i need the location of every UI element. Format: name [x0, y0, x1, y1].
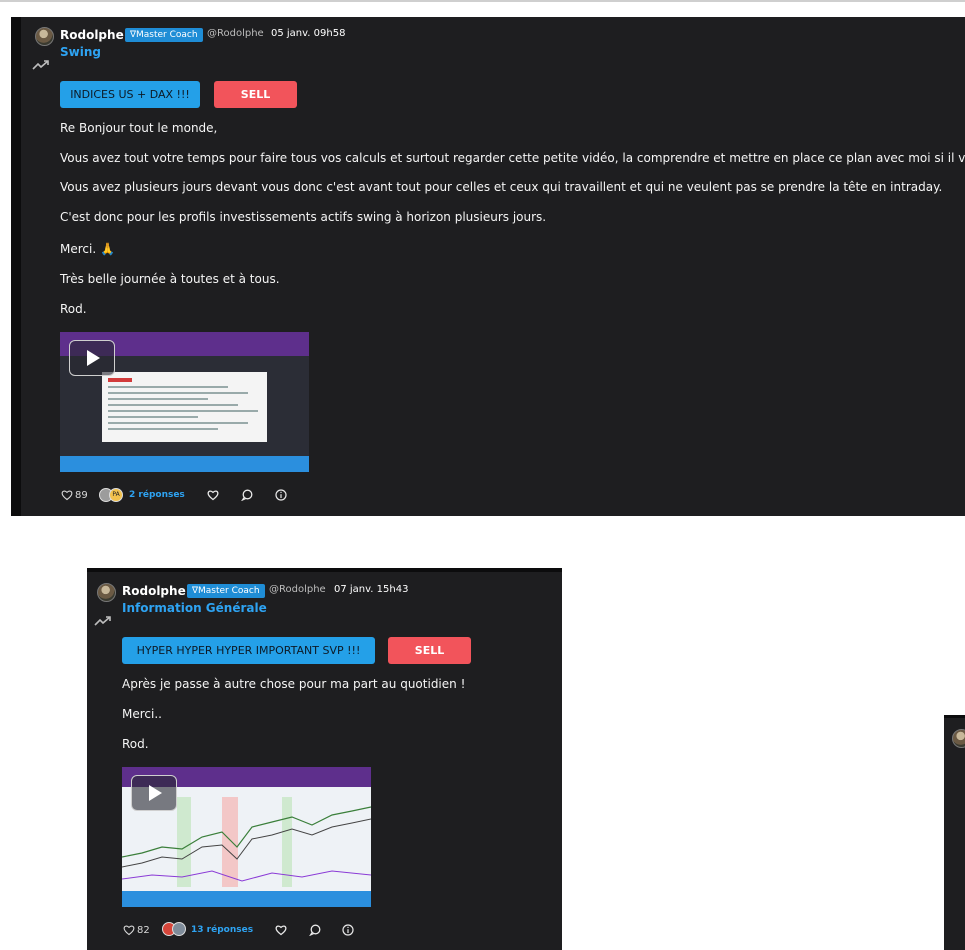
avatar[interactable] [952, 729, 965, 748]
heart-icon[interactable] [123, 924, 135, 936]
reply-avatar [172, 922, 186, 936]
instrument-tag[interactable]: HYPER HYPER HYPER IMPORTANT SVP !!! [122, 637, 375, 664]
trending-up-icon [94, 616, 111, 626]
video-footer-bar [60, 456, 309, 472]
role-badge: ∇Master Coach [125, 28, 203, 42]
video-footer-bar [122, 891, 371, 907]
author-name[interactable]: Rodolphe [60, 28, 124, 42]
role-badge: ∇Master Coach [187, 584, 265, 598]
page-divider [0, 0, 965, 2]
reply-avatar-initials: PA [112, 491, 120, 498]
post-card-partial [944, 715, 965, 950]
post-date: 05 janv. 09h58 [271, 28, 346, 39]
comment-icon[interactable] [309, 924, 321, 936]
play-icon[interactable] [69, 340, 115, 376]
post-date: 07 janv. 15h43 [334, 584, 409, 595]
post-topbar [87, 568, 562, 572]
post-rail [11, 17, 21, 516]
sell-badge[interactable]: SELL [214, 81, 297, 108]
post-paragraph: Vous avez plusieurs jours devant vous do… [60, 180, 943, 194]
avatar[interactable] [97, 583, 116, 602]
sell-badge[interactable]: SELL [388, 637, 471, 664]
info-icon[interactable] [275, 489, 287, 501]
video-thumbnail[interactable] [122, 767, 371, 907]
instrument-tag[interactable]: INDICES US + DAX !!! [60, 81, 200, 108]
heart-icon[interactable] [61, 489, 73, 501]
post-card: Rodolphe ∇Master Coach @Rodolphe 07 janv… [87, 568, 562, 950]
post-paragraph: Rod. [60, 302, 87, 316]
heart-icon[interactable] [207, 489, 219, 501]
author-name[interactable]: Rodolphe [122, 584, 186, 598]
post-card: Rodolphe ∇Master Coach @Rodolphe 05 janv… [11, 17, 965, 516]
info-icon[interactable] [342, 924, 354, 936]
post-topbar [944, 715, 965, 718]
post-paragraph: Merci.. [122, 707, 162, 721]
post-paragraph: Très belle journée à toutes et à tous. [60, 272, 280, 286]
video-thumbnail[interactable] [60, 332, 309, 472]
heart-icon[interactable] [275, 924, 287, 936]
video-document [102, 372, 267, 442]
trending-up-icon [32, 60, 49, 70]
post-paragraph: Rod. [122, 737, 149, 751]
like-count: 82 [137, 925, 150, 936]
replies-link[interactable]: 2 réponses [129, 490, 185, 500]
post-paragraph: Vous avez tout votre temps pour faire to… [60, 151, 965, 165]
post-paragraph: Merci. 🙏 [60, 242, 115, 256]
author-handle[interactable]: @Rodolphe [269, 584, 326, 595]
post-paragraph: C'est donc pour les profils investisseme… [60, 210, 547, 224]
post-paragraph: Après je passe à autre chose pour ma par… [122, 677, 466, 691]
avatar[interactable] [35, 27, 54, 46]
like-count: 89 [75, 490, 88, 501]
post-category[interactable]: Swing [60, 45, 101, 59]
post-category[interactable]: Information Générale [122, 601, 267, 615]
author-handle[interactable]: @Rodolphe [207, 28, 264, 39]
replies-link[interactable]: 13 réponses [191, 925, 253, 935]
play-icon[interactable] [131, 775, 177, 811]
comment-icon[interactable] [241, 489, 253, 501]
post-paragraph: Re Bonjour tout le monde, [60, 121, 218, 135]
reply-avatar: PA [109, 488, 123, 502]
